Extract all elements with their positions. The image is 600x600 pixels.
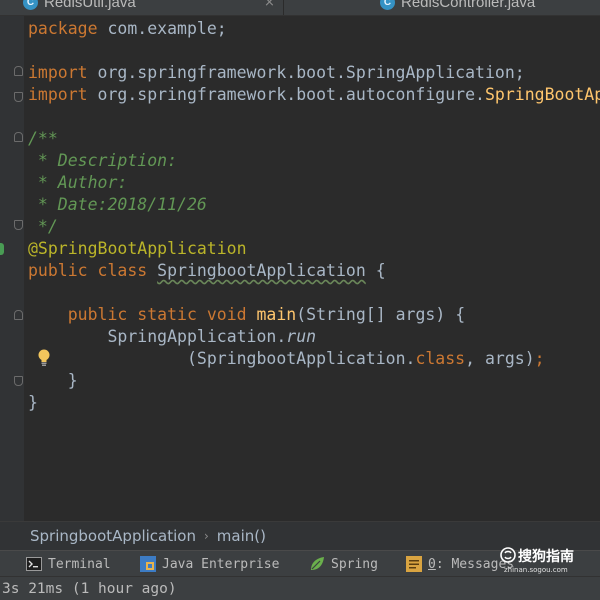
code-line: } [28, 393, 38, 412]
code-line: * Author: [28, 173, 128, 192]
code-line: * Date:2018/11/26 [28, 195, 207, 214]
java-enterprise-button[interactable]: Java Enterprise [140, 555, 279, 573]
code-line: import org.springframework.boot.SpringAp… [28, 63, 525, 82]
fold-icon[interactable] [14, 310, 23, 320]
status-bar: 3s 21ms (1 hour ago) [0, 576, 600, 600]
java-enterprise-icon [140, 556, 156, 572]
messages-button[interactable]: 0: Messages [406, 555, 514, 573]
lightbulb-icon[interactable] [36, 348, 52, 368]
code-line: package com.example; [28, 19, 227, 38]
tab-label: RedisUtil.java [44, 0, 136, 11]
spring-button[interactable]: Spring [309, 555, 378, 573]
terminal-label: Terminal [48, 556, 111, 572]
fold-icon[interactable] [14, 132, 23, 142]
code-line: } [28, 371, 78, 390]
fold-icon[interactable] [14, 92, 23, 102]
spring-leaf-icon [309, 556, 325, 572]
java-class-icon: C [23, 0, 38, 10]
code-line: public class SpringbootApplication { [28, 261, 386, 280]
code-line: (SpringbootApplication.class, args); [186, 349, 545, 368]
java-enterprise-label: Java Enterprise [162, 556, 280, 572]
watermark: 搜狗指南 zhinan.sogou.com [500, 544, 600, 578]
tab-rediscontroller[interactable]: C RedisController.java [284, 0, 600, 15]
code-line: public static void main(String[] args) { [67, 305, 466, 324]
fold-icon[interactable] [14, 376, 23, 386]
editor-tab-bar: C RedisUtil.java × C RedisController.jav… [0, 0, 600, 16]
terminal-icon [26, 556, 42, 572]
watermark-title: 搜狗指南 [518, 549, 574, 565]
terminal-button[interactable]: Terminal [26, 555, 111, 573]
breadcrumb-class[interactable]: SpringbootApplication [30, 527, 196, 545]
breadcrumb-method[interactable]: main() [217, 527, 266, 545]
fold-icon[interactable] [14, 66, 23, 76]
tab-redisutil[interactable]: C RedisUtil.java × [0, 0, 284, 15]
java-class-icon: C [380, 0, 395, 10]
close-icon[interactable]: × [264, 0, 275, 10]
fold-icon[interactable] [14, 220, 23, 230]
messages-icon [406, 556, 422, 572]
code-line: import org.springframework.boot.autoconf… [28, 85, 600, 104]
code-line: SpringApplication.run [107, 327, 317, 346]
status-text[interactable]: 3s 21ms (1 hour ago) [2, 581, 177, 597]
code-line: */ [28, 217, 58, 236]
breadcrumb-separator: › [203, 529, 209, 543]
code-line: /** [28, 129, 58, 148]
spring-label: Spring [331, 556, 378, 572]
code-line: * Description: [28, 151, 178, 170]
watermark-url: zhinan.sogou.com [504, 566, 568, 574]
run-gutter-icon[interactable] [0, 243, 4, 255]
code-line: @SpringBootApplication [28, 239, 247, 258]
sogou-logo-icon [500, 547, 516, 563]
code-editor[interactable]: package com.example; import org.springfr… [24, 16, 600, 521]
tab-label: RedisController.java [401, 0, 536, 11]
